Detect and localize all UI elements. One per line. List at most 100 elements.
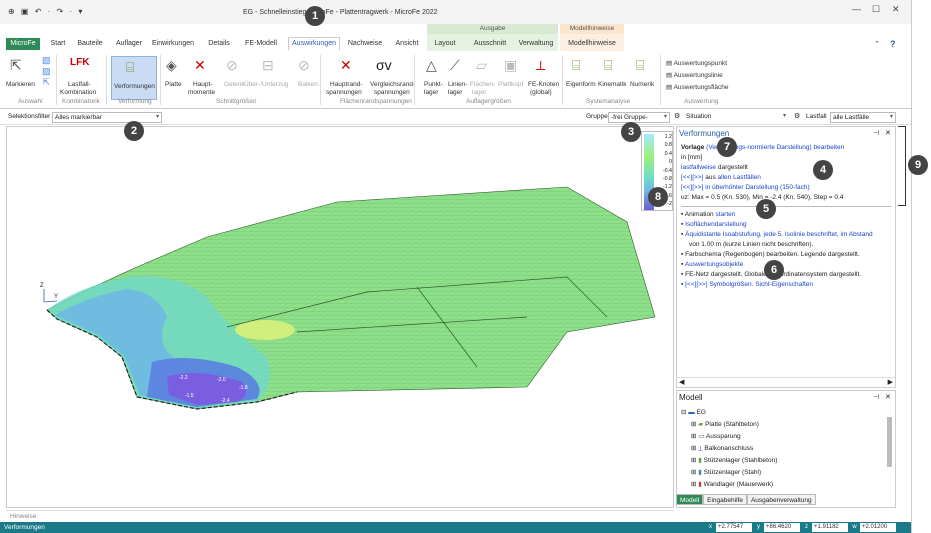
tab-verwaltung[interactable]: Verwaltung (518, 38, 554, 50)
chevron-down-icon: ▾ (155, 114, 159, 120)
tree-root[interactable]: ⊟ ▬ EG (681, 408, 706, 416)
gelenk-button[interactable]: Gelenk (224, 81, 245, 88)
bearbeiten-link[interactable]: bearbeiten (813, 144, 844, 151)
tab-layout[interactable]: Layout (432, 38, 458, 50)
group-auswertung: Auswertung (684, 98, 719, 105)
auswertungsobjekte-link[interactable]: Auswertungsobjekte (685, 261, 744, 268)
tree-item[interactable]: ⊞ ▮ Stützenlager (Stahl) (691, 468, 761, 476)
symbolgroessen-link[interactable]: [<<][>>] Symbolgrößen. Sicht-Eigenschaft… (685, 281, 813, 288)
contour-label-5: -2.4 (221, 398, 230, 404)
linienlager-icon: ⟋ (450, 57, 460, 73)
lastfall-icon[interactable]: ⚙ (794, 112, 800, 120)
markieren-button[interactable]: Markieren (6, 81, 35, 88)
gruppe-select[interactable]: -frei Gruppe- ▾ (608, 112, 670, 123)
alle-lastfaelle-link[interactable]: allen Lastfällen (718, 174, 761, 181)
haupt-button[interactable]: Haupt- (193, 81, 213, 88)
vergleichsrand-button[interactable]: Vergleichsrand- (370, 81, 415, 88)
isoflaechen-link[interactable]: Isoflächendarstellung (685, 221, 746, 228)
auswertungsflaeche-button[interactable]: ▤ Auswertungsfläche (666, 83, 729, 91)
vertical-scrollbar[interactable] (887, 417, 892, 467)
situation-select[interactable]: Situation ▾ (684, 112, 788, 123)
starten-link[interactable]: starten (715, 211, 735, 218)
flaechenlager-button[interactable]: Flächen- (470, 81, 495, 88)
tab-ansicht[interactable]: Ansicht (392, 38, 422, 50)
model-canvas[interactable]: -2.2 -2.0 -1.8 -1.5 -2.4 Z Y (6, 126, 674, 508)
tab-start[interactable]: Start (46, 38, 70, 50)
chevron-down-icon: ▾ (889, 114, 893, 120)
lastfall-select[interactable]: alle Lastfälle ▾ (830, 112, 896, 123)
group-flaechenrandspannungen: Flächenrandspannungen (340, 98, 412, 105)
help-icon[interactable]: ? (890, 39, 896, 49)
gruppe-value: -frei Gruppe- (611, 114, 648, 121)
linienlager-button[interactable]: Linien- (448, 81, 468, 88)
lastfall-button[interactable]: Lastfall- (68, 81, 91, 88)
hinweise-bar[interactable]: Hinweise (6, 510, 674, 522)
horizontal-scrollbar[interactable]: ◀ ▶ (677, 377, 895, 387)
minimize-icon[interactable]: — (852, 4, 861, 14)
prev-next-link[interactable]: [<<][>>] (681, 174, 703, 181)
tab-modell[interactable]: Modell (676, 494, 704, 505)
selektionsfilter-select[interactable]: Alles markierbar ▾ (52, 112, 162, 123)
tab-auflager[interactable]: Auflager (112, 38, 146, 50)
tab-eingabehilfe[interactable]: Eingabehilfe (703, 494, 747, 505)
hauptrand-button[interactable]: Hauptrand- (330, 81, 363, 88)
tab-bauteile[interactable]: Bauteile (74, 38, 106, 50)
tab-fe-modell[interactable]: FE-Modell (240, 38, 282, 50)
tree-item-label: Stützenlager (Stahlbeton) (703, 457, 778, 464)
tree-item[interactable]: ⊞ ▭ Aussparung (691, 432, 741, 440)
close-icon[interactable]: ✕ (892, 4, 900, 15)
balkon-icon: ⟂ (698, 445, 703, 452)
tab-microfe[interactable]: MicroFe (6, 38, 40, 50)
lastfall-value: alle Lastfälle (833, 114, 870, 121)
verformungen-panel: Verformungen ⊣ ✕ Vorlage (Verformungs-no… (676, 126, 896, 388)
maximize-icon[interactable]: ☐ (872, 4, 880, 15)
coord-z-label: z (802, 523, 811, 532)
panel-title: Verformungen (679, 129, 730, 138)
pin-icon[interactable]: ⊣ (873, 393, 879, 401)
platte-button[interactable]: Platte (165, 81, 182, 88)
kombination-button[interactable]: Kombination (60, 89, 96, 96)
ueberhoehung-link[interactable]: in überhöhter Darstellung (150-fach) (705, 184, 809, 191)
tab-auswirkungen[interactable]: Auswirkungen (288, 37, 340, 51)
isoabstufung-link[interactable]: Äquidistante Isoabstufung, jede 5. Isoli… (685, 231, 873, 238)
punktlager-button[interactable]: Punkt- (424, 81, 443, 88)
tab-nachweise[interactable]: Nachweise (344, 38, 386, 50)
panel-close-icon[interactable]: ✕ (885, 129, 891, 137)
lastfallweise-link[interactable]: lastfallweise (681, 164, 716, 171)
collapse-ribbon-icon[interactable]: ⌃ (874, 40, 880, 48)
situation-icon[interactable]: ⚙ (674, 112, 680, 120)
prev-next-link[interactable]: [<<][>>] (681, 184, 703, 191)
tree-item[interactable]: ⊞ ▮ Wandlager (Mauerwerk) (691, 480, 773, 488)
group-verformung: Verformung (118, 98, 152, 105)
legend-value: -0.8 (662, 176, 672, 183)
tree-item[interactable]: ⊞ ⟂ Balkonanschluss (691, 444, 753, 453)
tab-einwirkungen[interactable]: Einwirkungen (150, 38, 196, 50)
tab-ausschnitt[interactable]: Ausschnitt (470, 38, 510, 50)
tab-details[interactable]: Details (206, 38, 232, 50)
fe-knoten-button[interactable]: FE-Knoten (528, 81, 559, 88)
verformungen-button[interactable]: ⌸ Verformungen (111, 56, 157, 100)
kinematik-button[interactable]: Kinematik (598, 81, 627, 88)
tree-item-label: Platte (Stahlbeton) (705, 421, 759, 428)
punktlager-label2: lager (424, 89, 439, 96)
eigenform-button[interactable]: Eigenform (566, 81, 596, 88)
wall-icon: ▮ (698, 481, 702, 488)
situation-label: Situation (686, 113, 712, 120)
tree-item[interactable]: ⊞ ▮ Stützenlager (Stahlbeton) (691, 456, 777, 464)
panel-content: Vorlage (Verformungs-normierte Darstellu… (681, 143, 891, 290)
pin-icon[interactable]: ⊣ (873, 129, 879, 137)
balken-button[interactable]: Balken (298, 81, 318, 88)
auswertungslinie-button[interactable]: ▤ Auswertungslinie (666, 71, 723, 79)
quick-access-toolbar[interactable]: ⊕ ▣ ↶ · ↷ · ▾ (8, 7, 84, 16)
tree-item[interactable]: ⊞ ▰ Platte (Stahlbeton) (691, 420, 759, 428)
panel-close-icon[interactable]: ✕ (885, 393, 891, 401)
numerik-button[interactable]: Numerik (630, 81, 654, 88)
unterzug-button[interactable]: Über-/Unterzug (244, 81, 288, 88)
tab-ausgabenverwaltung[interactable]: Ausgabenverwaltung (746, 494, 816, 505)
tab-modellhinweise[interactable]: Modellhinweise (566, 38, 618, 50)
plate-icon: ▰ (698, 421, 704, 428)
auswertungspunkt-button[interactable]: ▤ Auswertungspunkt (666, 59, 727, 67)
plattkopf-button[interactable]: Plattkopf (498, 81, 523, 88)
unterzug-icon: ⊟ (262, 57, 274, 73)
select-mode-icon[interactable]: ▧ ▨ ⇱ (42, 55, 51, 88)
